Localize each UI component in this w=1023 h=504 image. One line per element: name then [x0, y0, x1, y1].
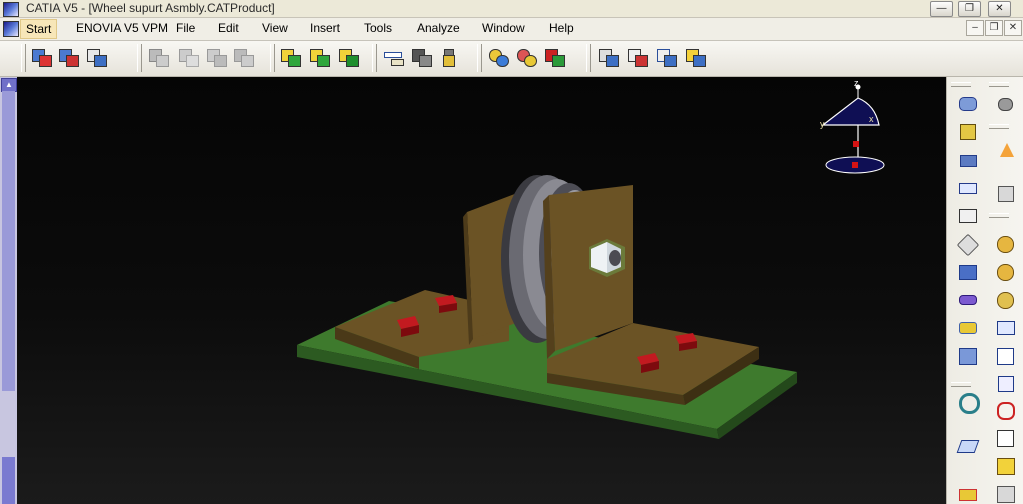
measure-inertia-icon[interactable]	[438, 46, 460, 68]
snap-icon[interactable]	[626, 46, 648, 68]
compass-z-label: z	[854, 78, 859, 88]
coincidence-icon[interactable]	[957, 149, 979, 169]
document-icon[interactable]	[3, 21, 19, 37]
magnet-icon[interactable]	[995, 399, 1017, 420]
measure-item-icon[interactable]	[410, 46, 432, 68]
toolbar-grip[interactable]	[951, 82, 971, 87]
catia-app-icon[interactable]	[3, 2, 19, 17]
offset-icon[interactable]	[957, 205, 979, 225]
toolbar-grip[interactable]	[21, 44, 26, 72]
insert-assembly-icon[interactable]	[232, 46, 254, 68]
update-icon[interactable]	[337, 46, 359, 68]
arrow-right-icon[interactable]	[995, 317, 1017, 337]
edit-icon[interactable]	[995, 345, 1017, 365]
menu-edit[interactable]: Edit	[218, 21, 239, 35]
scrollbar-track[interactable]	[2, 457, 15, 504]
toolbar-grip[interactable]	[989, 124, 1009, 129]
minimize-button[interactable]: —	[930, 1, 953, 17]
right-toolbar	[946, 77, 1023, 504]
explode-icon[interactable]	[655, 46, 677, 68]
close-button[interactable]: ✕	[988, 1, 1011, 17]
snap-icon[interactable]	[957, 483, 979, 503]
manipulate-icon[interactable]	[995, 183, 1017, 203]
toolbar-grip[interactable]	[951, 382, 971, 387]
3d-viewport[interactable]: z x y	[17, 77, 946, 504]
catalog-icon[interactable]	[956, 435, 980, 455]
measure-between-icon[interactable]	[382, 46, 404, 68]
menu-insert[interactable]: Insert	[310, 21, 340, 35]
assembly-model[interactable]: z x y	[17, 77, 946, 504]
graph-tree-reorder-icon[interactable]	[308, 46, 330, 68]
maximize-button[interactable]: ❐	[958, 1, 981, 17]
translate-icon[interactable]	[995, 373, 1017, 393]
compass-x-label: x	[869, 114, 874, 124]
manipulation-icon[interactable]	[597, 46, 619, 68]
new-component-icon[interactable]	[57, 46, 79, 68]
distance-band-icon[interactable]	[543, 46, 565, 68]
change-constraint-icon[interactable]	[995, 289, 1017, 309]
fix-icon[interactable]	[957, 121, 979, 141]
menu-help[interactable]: Help	[549, 21, 574, 35]
document-close-button[interactable]: ✕	[1004, 20, 1022, 36]
spiral-icon[interactable]	[957, 391, 980, 414]
explode-icon[interactable]	[995, 483, 1017, 503]
fast-multi-instantiation-icon[interactable]	[177, 46, 199, 68]
toolbar-grip[interactable]	[477, 44, 482, 72]
fix-together-icon[interactable]	[957, 261, 979, 281]
menu-view[interactable]: View	[262, 21, 288, 35]
toolbar-grip[interactable]	[586, 44, 591, 72]
menu-tools[interactable]: Tools	[364, 21, 392, 35]
hex-nut[interactable]	[589, 239, 625, 277]
bill-of-material-icon[interactable]	[995, 455, 1017, 475]
define-multi-instantiation-icon[interactable]	[205, 46, 227, 68]
menu-bar: Start ENOVIA V5 VPM File Edit View Inser…	[0, 18, 1023, 41]
toolbar-grip[interactable]	[989, 213, 1009, 218]
compass-y-label: y	[820, 119, 825, 129]
menu-enovia[interactable]: ENOVIA V5 VPM	[76, 21, 168, 35]
menu-file[interactable]: File	[176, 21, 195, 35]
gears-icon[interactable]	[995, 233, 1017, 253]
clash-analysis-icon[interactable]	[487, 46, 509, 68]
compass-widget[interactable]: z x y	[820, 78, 885, 174]
vertical-scrollbar[interactable]: ▲	[0, 77, 17, 504]
toolbar-grip[interactable]	[137, 44, 142, 72]
top-toolbar	[0, 41, 1023, 77]
reuse-pattern-icon[interactable]	[957, 317, 979, 337]
gear-icon[interactable]	[995, 93, 1017, 113]
menu-window[interactable]: Window	[482, 21, 525, 35]
replace-component-icon[interactable]	[279, 46, 301, 68]
quick-constraint-icon[interactable]	[995, 261, 1017, 281]
existing-component-icon[interactable]	[85, 46, 107, 68]
toolbar-grip[interactable]	[270, 44, 275, 72]
smart-move-icon[interactable]	[684, 46, 706, 68]
document-minimize-button[interactable]: –	[966, 20, 984, 36]
menu-analyze[interactable]: Analyze	[417, 21, 460, 35]
new-product-icon[interactable]	[30, 46, 52, 68]
reorder-icon[interactable]	[147, 46, 169, 68]
pattern-icon[interactable]	[957, 345, 979, 365]
menu-start[interactable]: Start	[20, 19, 58, 39]
document-restore-button[interactable]: ❐	[985, 20, 1003, 36]
constraint-icon[interactable]	[957, 93, 979, 113]
right-bracket[interactable]	[543, 185, 759, 405]
flexible-rigid-icon[interactable]	[957, 289, 979, 309]
select-arrow-icon[interactable]	[995, 141, 1017, 161]
scroll-up-icon[interactable]: ▲	[1, 78, 17, 92]
sectioning-icon[interactable]	[515, 46, 537, 68]
window-title: CATIA V5 - [Wheel supurt Asmbly.CATProdu…	[26, 1, 275, 15]
toolbar-grip[interactable]	[989, 82, 1009, 87]
toolbar-grip[interactable]	[372, 44, 377, 72]
contact-icon[interactable]	[957, 177, 979, 197]
text-icon[interactable]	[995, 427, 1017, 447]
title-bar: CATIA V5 - [Wheel supurt Asmbly.CATProdu…	[0, 0, 1023, 18]
angle-icon[interactable]	[956, 233, 980, 257]
scrollbar-thumb[interactable]	[2, 91, 15, 391]
